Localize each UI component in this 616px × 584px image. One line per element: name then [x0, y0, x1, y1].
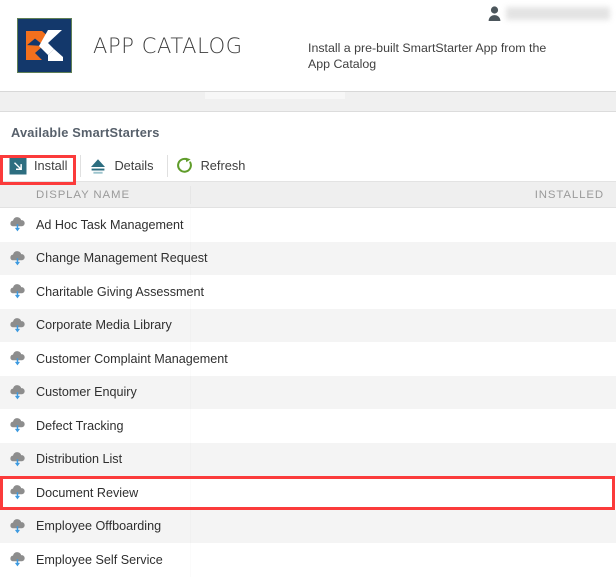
app-header: APP CATALOG Install a pre-built SmartSta…: [0, 0, 616, 92]
table-row[interactable]: Change Management Request: [0, 241, 616, 275]
details-button-label: Details: [114, 157, 154, 173]
install-button[interactable]: Install: [0, 151, 80, 182]
smartstarter-list: Ad Hoc Task Management Change Management…: [0, 208, 616, 577]
refresh-button[interactable]: Refresh: [168, 151, 259, 182]
cloud-download-icon: [10, 217, 25, 232]
band-notch: [205, 92, 345, 99]
table-row[interactable]: Distribution List: [0, 442, 616, 476]
table-cell-display-name: Employee Offboarding: [36, 519, 162, 534]
header-subtitle: Install a pre-built SmartStarter App fro…: [308, 41, 547, 71]
cloud-download-icon: [10, 284, 25, 299]
table-cell-display-name: Employee Self Service: [36, 552, 163, 567]
cloud-download-icon: [10, 552, 25, 567]
table-row[interactable]: Charitable Giving Assessment: [0, 275, 616, 309]
cloud-download-icon: [10, 317, 25, 333]
table-row[interactable]: Employee Self Service: [0, 543, 616, 577]
table-cell-display-name: Corporate Media Library: [36, 318, 172, 333]
cloud-download-icon: [10, 485, 25, 500]
user-account-area[interactable]: [488, 6, 610, 21]
table-cell-display-name: Ad Hoc Task Management: [36, 217, 184, 232]
table-row[interactable]: Defect Tracking: [0, 409, 616, 443]
table-cell-display-name: Customer Enquiry: [36, 385, 137, 400]
cloud-download-icon: [10, 250, 25, 266]
table-row[interactable]: Customer Complaint Management: [0, 342, 616, 376]
table-row[interactable]: Ad Hoc Task Management: [0, 208, 616, 242]
cloud-download-icon: [10, 518, 25, 534]
cloud-download-icon: [10, 384, 25, 400]
app-catalog-logo-icon: [17, 18, 72, 73]
table-cell-display-name: Distribution List: [36, 452, 123, 467]
user-icon: [488, 6, 501, 21]
table-row[interactable]: Corporate Media Library: [0, 308, 616, 342]
table-row[interactable]: Employee Offboarding: [0, 509, 616, 543]
cloud-download-icon: [10, 351, 25, 366]
table-cell-display-name: Change Management Request: [36, 251, 208, 266]
toolbar: Install Details Refresh: [0, 151, 616, 185]
table-row[interactable]: Customer Enquiry: [0, 375, 616, 409]
table-cell-display-name: Customer Complaint Management: [36, 351, 228, 366]
table-header-row: DISPLAY NAME INSTALLED: [0, 182, 616, 208]
column-header-display-name[interactable]: DISPLAY NAME: [0, 189, 130, 201]
user-name-label: [506, 7, 610, 20]
refresh-circular-arrow-icon: [176, 157, 192, 173]
install-button-label: Install: [34, 157, 68, 173]
refresh-button-label: Refresh: [200, 157, 246, 173]
table-cell-display-name: Defect Tracking: [36, 418, 124, 433]
details-button[interactable]: Details: [81, 151, 166, 182]
cloud-download-icon: [10, 451, 25, 467]
table-cell-display-name: Document Review: [36, 485, 139, 500]
panel-title: Available SmartStarters: [11, 125, 160, 140]
install-arrow-icon: [9, 157, 27, 175]
cloud-download-icon: [10, 418, 25, 433]
page-title: APP CATALOG: [93, 33, 243, 58]
header-band: [0, 92, 616, 112]
column-header-installed[interactable]: INSTALLED: [535, 189, 616, 201]
details-eject-icon: [91, 159, 106, 174]
brand: APP CATALOG: [17, 18, 243, 73]
table-cell-display-name: Charitable Giving Assessment: [36, 284, 204, 299]
table-row-document-review[interactable]: Document Review: [0, 476, 616, 510]
